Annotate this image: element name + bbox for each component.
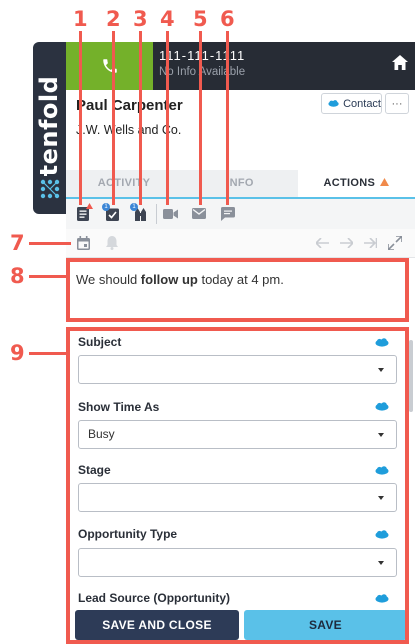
phone-info-status: No Info Available [159, 66, 246, 78]
brand-strip: tenfold [33, 42, 66, 214]
tenfold-logo-icon [40, 179, 60, 199]
callout-line-8 [29, 275, 67, 278]
callout-line-4 [166, 31, 169, 205]
callout-line-7 [29, 242, 71, 245]
callout-number-8: 8 [10, 264, 25, 288]
callout-line-6 [226, 31, 229, 205]
home-icon[interactable] [392, 55, 408, 75]
tab-activity[interactable]: ACTIVITY [66, 170, 182, 197]
form-scrollbar[interactable] [409, 340, 413, 412]
callout-number-9: 9 [10, 341, 25, 365]
sms-icon[interactable] [221, 207, 235, 221]
callout-line-3 [139, 31, 142, 205]
task-count-badge: 1 [102, 203, 110, 211]
callout-line-2 [112, 31, 115, 205]
callout-number-3: 3 [133, 7, 148, 31]
phone-icon [102, 59, 117, 73]
tab-actions-label: ACTIONS [323, 177, 376, 189]
callout-line-9 [29, 352, 67, 355]
more-options-button[interactable]: ··· [385, 93, 409, 114]
calendar-icon[interactable] [77, 236, 90, 250]
callout-number-6: 6 [220, 7, 235, 31]
callout-number-4: 4 [160, 7, 175, 31]
warning-icon [380, 178, 390, 186]
callout-number-2: 2 [106, 7, 121, 31]
callout-line-5 [199, 31, 202, 205]
tab-activity-label: ACTIVITY [97, 177, 151, 189]
note-icon[interactable] [77, 207, 90, 221]
phone-number: 111-111-1111 [159, 48, 246, 63]
callout-number-7: 7 [10, 231, 25, 255]
bell-icon[interactable] [106, 236, 118, 250]
note-warning-icon [86, 203, 93, 209]
tab-info-label: INFO [226, 177, 254, 189]
salesforce-cloud-icon [328, 100, 339, 107]
contact-button-label: Contact [343, 97, 381, 110]
email-icon[interactable] [192, 208, 206, 219]
divider [156, 204, 157, 224]
expand-icon[interactable] [388, 236, 402, 250]
callout-line-1 [79, 31, 82, 205]
tab-actions[interactable]: ACTIONS [298, 170, 415, 197]
arrow-left-icon[interactable] [316, 238, 329, 248]
callout-box-9 [66, 327, 409, 644]
opportunity-count-badge: 1 [130, 203, 138, 211]
note-toolbar [66, 229, 415, 258]
callout-box-8 [66, 258, 409, 322]
arrow-to-end-icon[interactable] [364, 238, 377, 248]
callout-number-5: 5 [193, 7, 208, 31]
callout-number-1: 1 [73, 7, 88, 31]
video-icon[interactable] [163, 209, 178, 219]
arrow-right-icon[interactable] [340, 238, 353, 248]
brand-logo-text: tenfold [35, 75, 63, 177]
action-icons-bar: 1 1 [66, 199, 415, 229]
tab-bar: ACTIVITY INFO ACTIONS [66, 170, 415, 199]
contact-button[interactable]: Contact [321, 93, 382, 114]
